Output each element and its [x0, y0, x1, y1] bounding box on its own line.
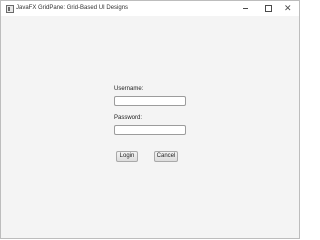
password-field[interactable]	[114, 125, 186, 135]
close-icon: ✕	[284, 3, 292, 13]
app-window: JavaFX GridPane: Grid-Based UI Designs ✕…	[0, 0, 300, 239]
minimize-button[interactable]	[234, 1, 257, 16]
close-button[interactable]: ✕	[276, 1, 299, 16]
window-title: JavaFX GridPane: Grid-Based UI Designs	[16, 5, 129, 11]
cancel-button[interactable]: Cancel	[154, 151, 178, 162]
username-field[interactable]	[114, 96, 186, 106]
login-button[interactable]: Login	[116, 151, 138, 162]
app-icon	[6, 5, 14, 13]
username-label: Username:	[114, 86, 144, 92]
password-label: Password:	[114, 115, 143, 121]
title-bar[interactable]: JavaFX GridPane: Grid-Based UI Designs ✕	[1, 1, 299, 16]
